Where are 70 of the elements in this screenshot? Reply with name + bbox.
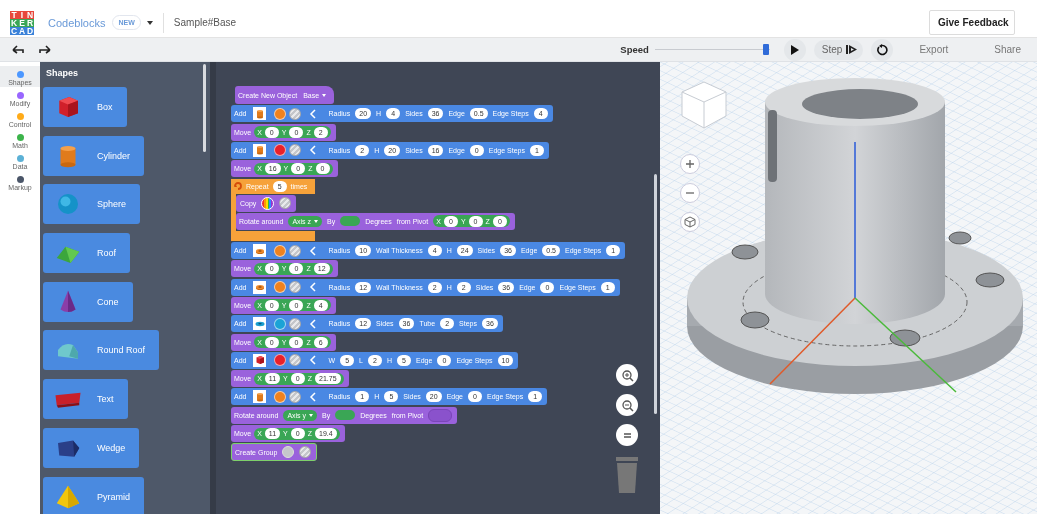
shape-block[interactable]: Roof — [43, 233, 130, 274]
striped-circle-icon[interactable] — [289, 244, 302, 257]
logo-letter: R — [26, 18, 34, 27]
shape-block[interactable]: Wedge — [43, 427, 140, 468]
striped-circle-icon[interactable] — [289, 354, 302, 367]
shape-thumbnail[interactable] — [253, 280, 267, 294]
play-icon — [790, 44, 799, 55]
fit-view-icon — [684, 216, 696, 228]
striped-circle-icon[interactable] — [289, 390, 302, 403]
cylinder-drawing[interactable] — [765, 78, 945, 324]
logo-letter: T — [10, 10, 18, 19]
zoom-in-button[interactable] — [616, 364, 638, 386]
striped-circle-icon[interactable] — [289, 317, 302, 330]
shape-block[interactable]: Round Roof — [43, 330, 160, 371]
shape-thumbnail[interactable] — [253, 143, 267, 157]
logo-letter: E — [18, 18, 26, 27]
palette-title: Shapes — [46, 68, 79, 78]
shape-block[interactable]: Pyramid — [43, 476, 144, 514]
zoom-out-button[interactable] — [616, 394, 638, 416]
trash-icon[interactable] — [614, 457, 640, 493]
caret-icon[interactable] — [146, 20, 153, 25]
logo-letter: A — [18, 26, 26, 35]
shape-block[interactable]: Sphere — [43, 184, 141, 225]
striped-circle-icon[interactable] — [279, 197, 292, 210]
caret-icon — [322, 93, 327, 97]
logo-letter: I — [18, 10, 26, 19]
rainbow-swatch-icon[interactable] — [261, 196, 275, 210]
striped-circle-icon[interactable] — [289, 144, 302, 157]
shape-block[interactable]: Cone — [43, 281, 133, 322]
shape-thumbnail[interactable] — [253, 353, 267, 367]
degrees-field[interactable] — [335, 410, 356, 421]
shape-thumbnail[interactable] — [253, 244, 267, 258]
reset-button[interactable] — [871, 38, 894, 61]
scrollbar[interactable] — [203, 64, 206, 152]
loop-icon — [234, 182, 242, 190]
striped-circle-icon[interactable] — [289, 281, 302, 294]
reset-zoom-button[interactable] — [616, 424, 638, 446]
degrees-field[interactable] — [340, 216, 361, 227]
undo-icon[interactable] — [12, 44, 24, 55]
striped-circle-icon[interactable] — [299, 446, 312, 459]
export-button[interactable]: Export — [911, 40, 957, 60]
shape-thumbnail[interactable] — [253, 390, 267, 404]
give-feedback-button[interactable]: Give Feedback — [929, 10, 1015, 36]
design-name[interactable]: Sample#Base — [173, 17, 237, 29]
shape-thumbnail[interactable] — [253, 107, 267, 121]
reset-icon — [876, 43, 889, 56]
zoom-in-icon — [620, 368, 634, 382]
shape-thumbnail[interactable] — [253, 317, 267, 331]
zoom-out-icon — [620, 398, 634, 412]
logo-letter: K — [10, 18, 18, 27]
logo-letter: D — [26, 26, 34, 35]
striped-circle-icon[interactable] — [289, 107, 302, 120]
share-button[interactable]: Share — [986, 40, 1029, 60]
logo-letter: N — [26, 10, 34, 19]
shape-block[interactable]: Text — [43, 379, 128, 420]
play-button[interactable] — [783, 38, 806, 61]
redo-icon[interactable] — [39, 44, 51, 55]
shape-block[interactable]: Box — [43, 87, 127, 127]
box-shape-icon — [253, 354, 266, 367]
color-swatch[interactable] — [282, 446, 295, 459]
zoom-in-icon — [684, 158, 696, 170]
step-button[interactable]: Step — [813, 39, 864, 60]
caret-icon — [314, 219, 319, 223]
logo-letter: C — [10, 26, 18, 35]
shape-block[interactable]: Cylinder — [43, 135, 144, 176]
caret-icon — [309, 413, 314, 417]
scrollbar[interactable] — [654, 174, 657, 414]
slider-thumb[interactable] — [763, 43, 770, 55]
step-icon — [846, 45, 858, 55]
speed-label: Speed — [620, 44, 649, 56]
